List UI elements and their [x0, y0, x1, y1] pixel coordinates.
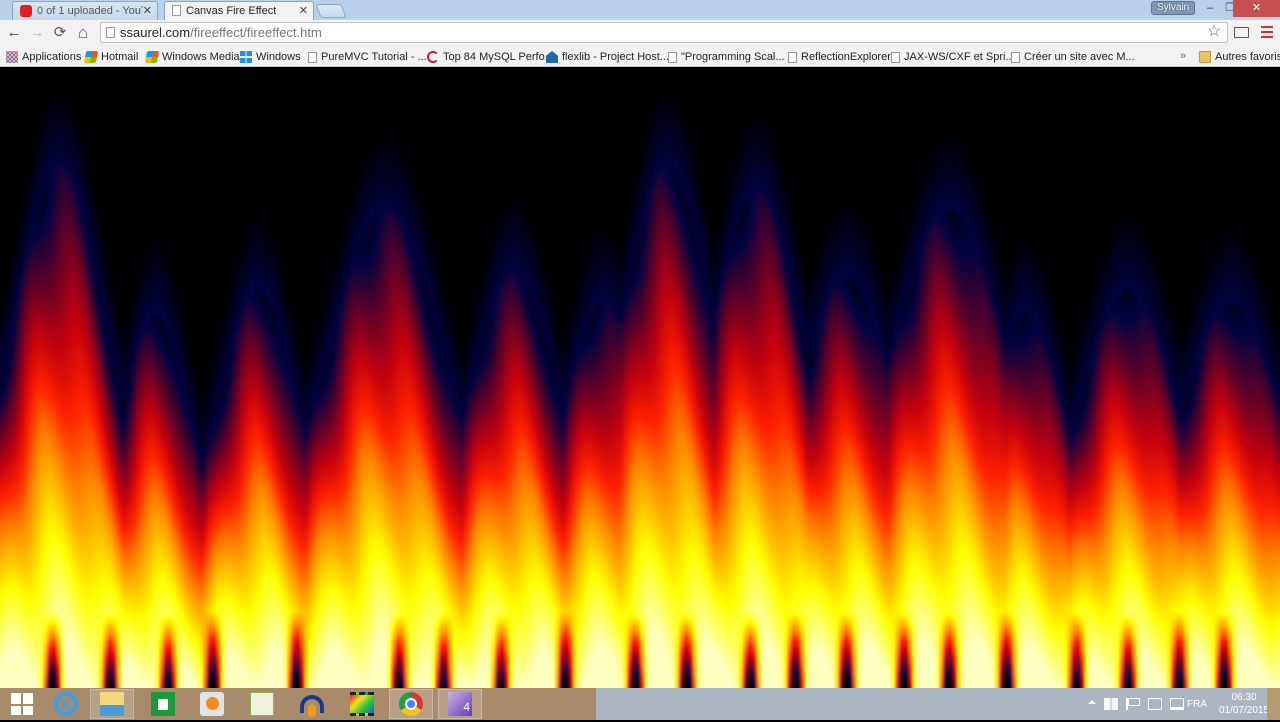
msn-icon	[144, 51, 160, 63]
bookmarks-bar: Applications Hotmail Windows Media Windo…	[0, 47, 1280, 67]
battery-icon[interactable]	[1148, 698, 1162, 710]
bookmark-flexlib[interactable]: flexlib - Project Host...	[546, 49, 669, 65]
bookmark-label: Applications	[22, 51, 82, 63]
bookmark-label: Hotmail	[101, 51, 139, 63]
bookmark-reflectionexplorer[interactable]: ReflectionExplorer	[786, 49, 891, 65]
reload-button[interactable]: ⟳	[50, 23, 70, 43]
media-player-icon	[200, 692, 224, 716]
bookmark-label: Top 84 MySQL Perfo...	[443, 51, 554, 63]
taskbar-media-player[interactable]	[190, 689, 234, 719]
headphones-icon	[300, 695, 324, 717]
home-button[interactable]: ⌂	[73, 23, 93, 43]
bookmark-hotmail[interactable]: Hotmail	[83, 49, 139, 65]
forward-button[interactable]: →	[27, 23, 47, 43]
bookmark-windows-media[interactable]: Windows Media	[144, 49, 240, 65]
windows-logo-icon	[11, 693, 33, 715]
bookmark-mysql[interactable]: Top 84 MySQL Perfo...	[427, 49, 554, 65]
minimize-button[interactable]: –	[1199, 0, 1221, 17]
page-icon	[788, 51, 797, 63]
bookmark-label: Windows	[256, 51, 301, 63]
url-domain: ssaurel.com	[120, 25, 191, 40]
page-icon	[172, 5, 181, 16]
bookmark-label: Créer un site avec M...	[1024, 51, 1135, 63]
bookmark-label: Windows Media	[162, 51, 240, 63]
tab-title: 0 of 1 uploaded - YouTube	[37, 4, 143, 17]
bookmark-star-icon[interactable]: ☆	[1207, 21, 1221, 41]
page-icon	[668, 51, 677, 63]
action-center-icon[interactable]	[1104, 698, 1118, 710]
taskbar-windows-store[interactable]	[141, 689, 185, 719]
store-icon	[151, 692, 175, 716]
page-icon	[1011, 51, 1020, 63]
msn-icon	[83, 51, 99, 63]
app-4-icon: 4	[448, 692, 472, 716]
bookmark-windows[interactable]: Windows	[240, 49, 301, 65]
tab-youtube[interactable]: 0 of 1 uploaded - YouTube ✕	[6, 1, 164, 20]
taskbar-chrome[interactable]	[389, 689, 433, 719]
bookmark-label: ReflectionExplorer	[801, 51, 891, 63]
windows-icon	[240, 51, 252, 63]
browser-toolbar: ← → ⟳ ⌂ ssaurel.com/fireeffect/fireeffec…	[0, 20, 1280, 47]
bookmark-jax-ws[interactable]: JAX-WS/CXF et Spri...	[889, 49, 1015, 65]
film-icon	[350, 692, 374, 716]
clock-time: 06:30	[1231, 692, 1257, 703]
more-bookmarks-button[interactable]: »	[1180, 50, 1186, 62]
close-window-button[interactable]: ✕	[1233, 0, 1280, 17]
start-button[interactable]	[0, 689, 44, 719]
close-tab-icon[interactable]: ✕	[299, 4, 308, 17]
network-icon[interactable]	[1170, 698, 1184, 710]
browser-title-bar: 0 of 1 uploaded - YouTube ✕ Canvas Fire …	[0, 0, 1280, 20]
notepad-icon	[250, 692, 274, 716]
bookmark-applications[interactable]: Applications	[6, 49, 81, 65]
new-tab-button[interactable]	[315, 4, 347, 18]
taskbar-video-app[interactable]	[340, 689, 384, 719]
bookmark-programming-scala[interactable]: "Programming Scal...	[666, 49, 785, 65]
chrome-menu-icon[interactable]	[1261, 26, 1273, 41]
page-icon	[891, 51, 900, 63]
back-button[interactable]: ←	[4, 23, 24, 43]
folder-icon	[1199, 51, 1211, 63]
tab-canvas-fire-effect[interactable]: Canvas Fire Effect ✕	[158, 1, 320, 20]
bookmark-label: PureMVC Tutorial - ...	[321, 51, 427, 63]
page-icon	[106, 27, 115, 38]
page-icon	[308, 51, 317, 63]
file-explorer-icon	[100, 692, 124, 716]
page-content	[0, 67, 1280, 688]
internet-explorer-icon: e	[54, 692, 78, 716]
cast-icon[interactable]	[1234, 27, 1249, 38]
youtube-icon	[20, 4, 32, 17]
clock-date: 01/07/2015	[1218, 705, 1270, 716]
taskbar-internet-explorer[interactable]: e	[44, 689, 88, 719]
bookmark-label: JAX-WS/CXF et Spri...	[904, 51, 1015, 63]
bookmark-creer-un-site[interactable]: Créer un site avec M...	[1009, 49, 1135, 65]
taskbar-file-explorer[interactable]	[90, 689, 134, 719]
clock[interactable]: 06:30 01/07/2015	[1218, 691, 1270, 717]
address-bar[interactable]: ssaurel.com/fireeffect/fireeffect.htm	[100, 22, 1228, 43]
tab-title: Canvas Fire Effect	[186, 4, 277, 17]
chrome-icon	[399, 692, 423, 716]
house-icon	[546, 51, 558, 63]
other-bookmarks-folder[interactable]: Autres favoris	[1199, 49, 1280, 65]
taskbar-app-4[interactable]: 4	[438, 689, 482, 719]
flag-icon[interactable]	[1126, 698, 1140, 710]
bookmark-label: flexlib - Project Host...	[562, 51, 669, 63]
show-hidden-icons-icon[interactable]	[1088, 700, 1096, 704]
debian-icon	[427, 51, 439, 63]
url-path: /fireeffect/fireeffect.htm	[190, 25, 322, 40]
show-desktop-button[interactable]	[1267, 688, 1280, 720]
taskbar-audio-app[interactable]	[290, 689, 334, 719]
windows-taskbar: e 4 FRA 06:30 01/07/2015	[0, 688, 1280, 720]
close-tab-icon[interactable]: ✕	[143, 4, 152, 17]
taskbar-notepad-plus[interactable]	[240, 689, 284, 719]
profile-button[interactable]: Sylvain	[1151, 1, 1196, 15]
bookmark-label: Autres favoris	[1215, 51, 1280, 63]
apps-icon	[6, 51, 18, 63]
bookmark-label: "Programming Scal...	[681, 51, 785, 63]
fire-effect-canvas	[0, 67, 1280, 688]
input-language[interactable]: FRA	[1187, 699, 1207, 710]
bookmark-puremvc[interactable]: PureMVC Tutorial - ...	[306, 49, 427, 65]
